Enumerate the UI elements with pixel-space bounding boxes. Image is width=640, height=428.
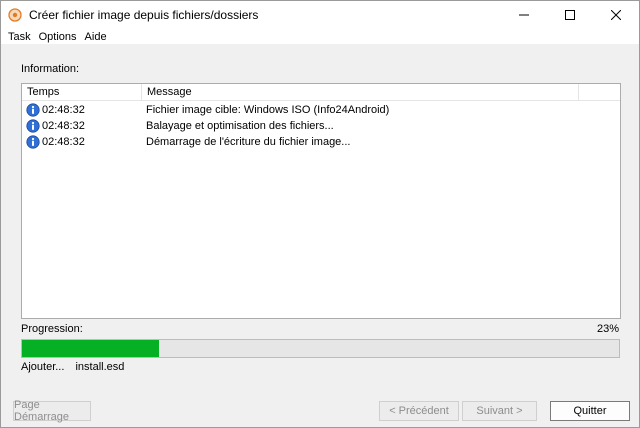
log-message: Fichier image cible: Windows ISO (Info24…: [146, 104, 390, 116]
next-button[interactable]: Suivant >: [462, 401, 537, 421]
menu-bar: Task Options Aide: [1, 29, 639, 45]
column-header-filler: [579, 84, 620, 100]
app-icon: [8, 8, 22, 22]
close-icon: [611, 10, 621, 20]
column-header-message[interactable]: Message: [142, 84, 579, 100]
maximize-icon: [565, 10, 575, 20]
log-message: Balayage et optimisation des fichiers...: [146, 120, 334, 132]
progress-percent: 23%: [596, 323, 619, 335]
title-bar: Créer fichier image depuis fichiers/doss…: [1, 1, 639, 29]
progress-fill: [22, 340, 160, 357]
log-message: Démarrage de l'écriture du fichier image…: [146, 136, 351, 148]
menu-task[interactable]: Task: [1, 31, 36, 43]
log-row[interactable]: 02:48:32 Démarrage de l'écriture du fich…: [22, 134, 620, 150]
column-header-time[interactable]: Temps: [22, 84, 142, 100]
log-time: 02:48:32: [42, 104, 85, 116]
status-action: Ajouter...: [21, 361, 65, 373]
status-file: install.esd: [75, 361, 125, 373]
quit-button[interactable]: Quitter: [550, 401, 630, 421]
minimize-button[interactable]: [501, 1, 547, 29]
app-window: Créer fichier image depuis fichiers/doss…: [0, 0, 640, 428]
status-line: Ajouter... install.esd: [21, 361, 124, 373]
information-label: Information:: [21, 63, 80, 75]
log-row[interactable]: 02:48:32 Fichier image cible: Windows IS…: [22, 102, 620, 118]
information-log[interactable]: Temps Message 02:48:32 Fichier image cib…: [21, 83, 621, 319]
log-time: 02:48:32: [42, 120, 85, 132]
info-icon: [26, 103, 40, 117]
log-header: Temps Message: [22, 84, 620, 101]
info-icon: [26, 135, 40, 149]
menu-aide[interactable]: Aide: [82, 31, 112, 43]
maximize-button[interactable]: [547, 1, 593, 29]
log-row[interactable]: 02:48:32 Balayage et optimisation des fi…: [22, 118, 620, 134]
minimize-icon: [519, 14, 529, 16]
info-icon: [26, 119, 40, 133]
window-title: Créer fichier image depuis fichiers/doss…: [29, 8, 259, 22]
close-button[interactable]: [593, 1, 639, 29]
previous-button[interactable]: < Précédent: [379, 401, 459, 421]
window-controls: [501, 1, 639, 29]
log-time: 02:48:32: [42, 136, 85, 148]
progress-bar: [21, 339, 620, 358]
start-page-button[interactable]: Page Démarrage: [13, 399, 91, 423]
progress-label: Progression:: [21, 323, 83, 335]
menu-options[interactable]: Options: [36, 31, 82, 43]
